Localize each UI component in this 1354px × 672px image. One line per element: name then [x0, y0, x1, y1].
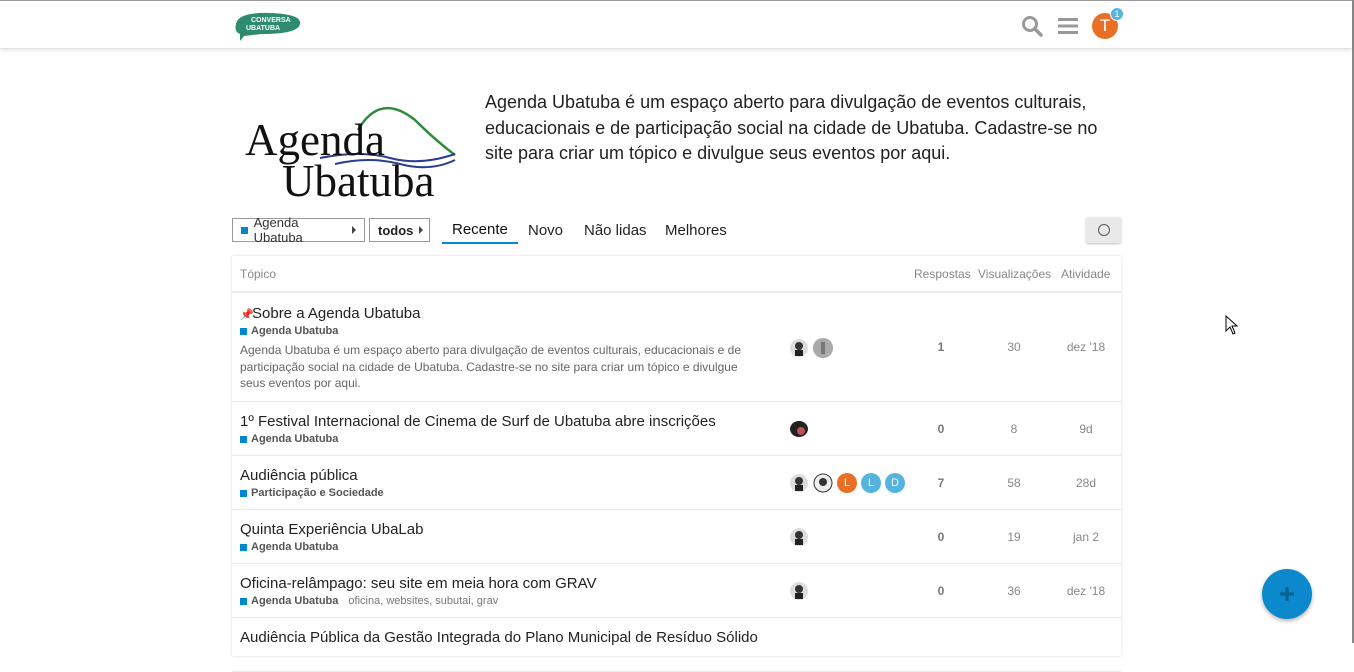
avatar[interactable]: L: [861, 473, 881, 493]
tab-melhores[interactable]: Melhores: [655, 217, 737, 244]
navigation-bar: Agenda Ubatuba todos Recente Novo Não li…: [232, 215, 1121, 245]
avatar[interactable]: [813, 473, 833, 493]
reply-count: 0: [937, 584, 945, 598]
table-row: 1º Festival Internacional de Cinema de S…: [232, 402, 1121, 456]
topic-title[interactable]: Quinta Experiência UbaLab: [240, 521, 423, 538]
topic-posters: [789, 419, 809, 439]
header-views[interactable]: Visualizações: [978, 267, 1051, 281]
reply-count: 0: [937, 530, 945, 544]
topic-category[interactable]: Agenda Ubatuba: [240, 433, 338, 445]
avatar[interactable]: L: [837, 473, 857, 493]
category-color-icon: [240, 597, 247, 605]
topic-posters: [789, 581, 809, 601]
site-header: CONVERSA UBATUBA T 1: [0, 0, 1352, 49]
hamburger-menu-icon[interactable]: [1056, 14, 1080, 38]
avatar[interactable]: [789, 473, 809, 493]
category-color-icon: [240, 543, 247, 551]
topic-list-header: Tópico Respostas Visualizações Atividade: [232, 256, 1121, 293]
avatar[interactable]: [789, 581, 809, 601]
category-color-icon: [240, 327, 247, 335]
pin-icon: 📌: [240, 309, 254, 321]
topic-title[interactable]: 📌Sobre a Agenda Ubatuba: [240, 305, 420, 322]
subcategory-dropdown[interactable]: todos: [369, 218, 430, 242]
topic-title[interactable]: 1º Festival Internacional de Cinema de S…: [240, 413, 716, 430]
topic-title[interactable]: Audiência Pública da Gestão Integrada do…: [240, 629, 758, 646]
plus-icon: [1280, 587, 1294, 601]
mouse-cursor-icon: [1225, 315, 1239, 335]
logo-text-bottom: UBATUBA: [246, 25, 280, 32]
reply-count: 1: [937, 340, 945, 354]
avatar[interactable]: D: [885, 473, 905, 493]
topic-category[interactable]: Participação e Sociedade: [240, 487, 384, 499]
reply-count: 0: [937, 422, 945, 436]
caret-right-icon: [352, 226, 356, 234]
topic-posters: [789, 527, 809, 547]
header-replies[interactable]: Respostas: [914, 267, 971, 281]
user-initial: T: [1099, 16, 1111, 35]
activity-date[interactable]: jan 2: [1056, 530, 1116, 544]
topic-tags[interactable]: oficina, websites, subutai, grav: [348, 595, 498, 607]
category-description: Agenda Ubatuba é um espaço aberto para d…: [485, 92, 1098, 163]
caret-right-icon: [419, 226, 424, 234]
topic-category[interactable]: Agenda Ubatuba oficina, websites, subutai…: [240, 595, 498, 607]
create-topic-button[interactable]: [1262, 569, 1312, 619]
topic-posters: L L D: [789, 473, 905, 493]
topic-excerpt: Agenda Ubatuba é um espaço aberto para d…: [240, 343, 742, 390]
agenda-ubatuba-logo: Agenda Ubatuba: [240, 100, 465, 206]
user-avatar[interactable]: T 1: [1092, 7, 1124, 39]
topic-posters: [789, 338, 833, 358]
avatar[interactable]: [789, 419, 809, 439]
topic-category[interactable]: Agenda Ubatuba: [240, 325, 338, 337]
category-dropdown[interactable]: Agenda Ubatuba: [232, 215, 365, 245]
table-row: 📌Sobre a Agenda Ubatuba Agenda Ubatuba A…: [232, 294, 1121, 402]
category-color-icon: [240, 435, 247, 443]
view-count: 36: [1007, 584, 1021, 598]
category-color-icon: [240, 489, 247, 497]
topic-list: Tópico Respostas Visualizações Atividade…: [232, 256, 1121, 672]
hero-logo-line2: Ubatuba: [282, 156, 434, 200]
logo-text-top: CONVERSA: [251, 17, 291, 24]
activity-date[interactable]: dez '18: [1056, 584, 1116, 598]
view-count: 30: [1007, 340, 1021, 354]
search-icon[interactable]: [1020, 14, 1044, 38]
tab-novo[interactable]: Novo: [518, 217, 573, 244]
notification-badge: 1: [1110, 7, 1124, 21]
avatar[interactable]: [813, 338, 833, 358]
activity-date[interactable]: 28d: [1056, 476, 1116, 490]
tab-recente[interactable]: Recente: [442, 217, 518, 244]
category-dropdown-label: Agenda Ubatuba: [253, 215, 303, 245]
view-count: 58: [1007, 476, 1021, 490]
view-count: 8: [1010, 422, 1018, 436]
site-logo[interactable]: CONVERSA UBATUBA: [232, 10, 304, 42]
topic-title[interactable]: Audiência pública: [240, 467, 358, 484]
avatar[interactable]: [789, 338, 809, 358]
subcategory-dropdown-label: todos: [378, 222, 414, 238]
topic-category[interactable]: Agenda Ubatuba: [240, 541, 338, 553]
category-color-icon: [241, 226, 248, 234]
reply-count: 7: [937, 476, 945, 490]
avatar[interactable]: [789, 527, 809, 547]
table-row: Quinta Experiência UbaLab Agenda Ubatuba…: [232, 510, 1121, 564]
bulk-select-button[interactable]: [1086, 217, 1121, 243]
table-row: Audiência pública Participação e Socieda…: [232, 456, 1121, 510]
tab-nao-lidas[interactable]: Não lidas: [574, 217, 657, 244]
activity-date[interactable]: 9d: [1056, 422, 1116, 436]
header-topic[interactable]: Tópico: [240, 267, 276, 281]
table-row: Audiência Pública da Gestão Integrada do…: [232, 618, 1121, 672]
view-count: 19: [1007, 530, 1021, 544]
activity-date[interactable]: dez '18: [1056, 340, 1116, 354]
topic-title[interactable]: Oficina-relâmpago: seu site em meia hora…: [240, 575, 597, 592]
header-activity[interactable]: Atividade: [1061, 267, 1110, 281]
table-row: Oficina-relâmpago: seu site em meia hora…: [232, 564, 1121, 618]
circle-icon: [1097, 224, 1110, 236]
